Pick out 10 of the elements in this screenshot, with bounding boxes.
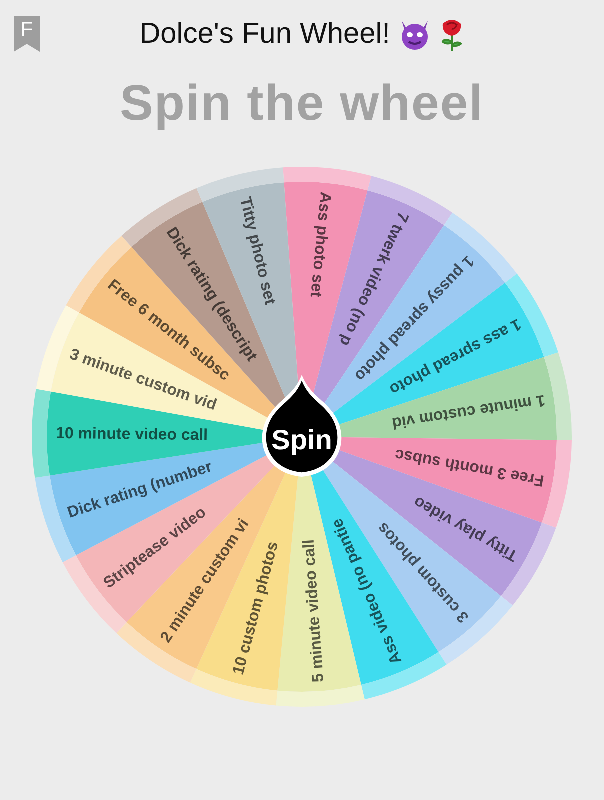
segment-label: Free 3 month subsc: [394, 445, 546, 489]
segment-label: 5 minute video call: [300, 539, 328, 683]
segment-label: Titty photo set: [236, 196, 279, 307]
app-title: Dolce's Fun Wheel!: [140, 17, 390, 52]
segment-label: Ass photo set: [306, 191, 334, 298]
page-heading: Spin the wheel: [120, 75, 484, 131]
spin-button[interactable]: Spin: [262, 375, 342, 477]
rose-icon: [440, 18, 464, 52]
segment-label: 10 minute video call: [56, 425, 208, 444]
segment-label: 1 minute custom vid: [390, 391, 546, 432]
